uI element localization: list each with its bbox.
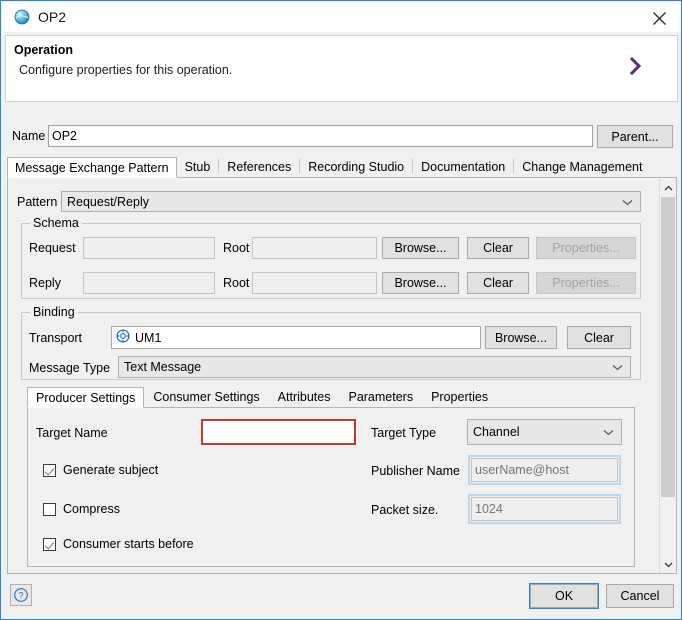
chevron-right-icon[interactable]	[629, 56, 643, 79]
schema-request-properties-button: Properties...	[536, 237, 636, 259]
packet-size-label: Packet size.	[371, 503, 439, 517]
pattern-value: Request/Reply	[67, 194, 149, 209]
question-mark-icon[interactable]: ?	[10, 584, 32, 606]
schema-reply-root-input[interactable]	[252, 272, 377, 294]
transport-clear-button[interactable]: Clear	[567, 326, 631, 349]
schema-request-browse-button[interactable]: Browse...	[382, 237, 459, 259]
content-scrollbar[interactable]	[659, 179, 676, 573]
checkbox-box	[43, 502, 56, 516]
tab-properties[interactable]: Properties	[422, 386, 497, 407]
tab-references[interactable]: References	[219, 156, 299, 177]
checkbox-box	[43, 537, 56, 551]
target-type-combobox[interactable]: Channel	[467, 419, 622, 445]
window-title: OP2	[38, 9, 67, 25]
description-panel: Operation Configure properties for this …	[5, 35, 678, 102]
main-tab-bar: Message Exchange Pattern Stub References Re…	[7, 156, 677, 178]
schema-request-root-label: Root	[223, 241, 250, 255]
publisher-name-label: Publisher Name	[371, 464, 460, 478]
chevron-up-icon[interactable]	[660, 179, 676, 196]
title-bar: OP2	[2, 2, 681, 32]
target-name-label: Target Name	[36, 426, 108, 440]
compress-label: Compress	[63, 502, 120, 516]
description-text: Configure properties for this operation.	[19, 63, 233, 77]
name-label: Name	[12, 129, 46, 143]
pattern-label: Pattern	[17, 195, 58, 209]
tab-parameters[interactable]: Parameters	[339, 386, 422, 407]
dialog-footer: ? OK Cancel	[2, 576, 681, 618]
tab-documentation[interactable]: Documentation	[413, 156, 513, 177]
checkbox-box	[43, 463, 56, 477]
transport-input[interactable]: UM1	[111, 326, 481, 349]
message-type-combobox[interactable]: Text Message	[118, 356, 631, 378]
generate-subject-label: Generate subject	[63, 463, 159, 477]
gear-wheel-icon	[116, 329, 130, 346]
target-type-value: Channel	[473, 425, 520, 439]
schema-reply-clear-button[interactable]: Clear	[467, 272, 529, 294]
message-type-label: Message Type	[29, 361, 111, 375]
chevron-down-icon	[612, 360, 623, 374]
schema-reply-label: Reply	[29, 276, 61, 290]
sphere-globe-icon	[14, 9, 30, 25]
generate-subject-checkbox[interactable]: Generate subject	[43, 463, 158, 477]
close-icon[interactable]	[646, 6, 672, 30]
publisher-name-input[interactable]	[468, 455, 621, 485]
tab-stub[interactable]: Stub	[177, 156, 219, 177]
message-type-value: Text Message	[124, 360, 202, 374]
chevron-down-icon	[603, 425, 614, 439]
compress-checkbox[interactable]: Compress	[43, 502, 120, 516]
description-heading: Operation	[14, 43, 74, 57]
schema-group-title: Schema	[30, 216, 82, 230]
schema-request-clear-button[interactable]: Clear	[467, 237, 529, 259]
schema-request-label: Request	[29, 241, 76, 255]
schema-reply-browse-button[interactable]: Browse...	[382, 272, 459, 294]
schema-request-input[interactable]	[83, 237, 215, 259]
consumer-starts-before-checkbox[interactable]: Consumer starts before	[43, 537, 194, 551]
settings-tab-bar: Producer Settings Consumer Settings Attrib…	[27, 386, 635, 408]
transport-browse-button[interactable]: Browse...	[485, 326, 557, 349]
packet-size-input[interactable]	[468, 494, 621, 524]
tab-producer-settings[interactable]: Producer Settings	[27, 387, 145, 408]
parent-button[interactable]: Parent...	[597, 125, 673, 148]
tab-change-management[interactable]: Change Management	[514, 156, 650, 177]
tab-message-exchange-pattern[interactable]: Message Exchange Pattern	[7, 157, 177, 178]
name-input[interactable]	[48, 125, 593, 147]
svg-text:?: ?	[18, 591, 23, 601]
ok-button[interactable]: OK	[529, 583, 599, 609]
cancel-button[interactable]: Cancel	[606, 584, 674, 608]
tab-attributes[interactable]: Attributes	[269, 386, 340, 407]
scrollbar-thumb[interactable]	[661, 197, 675, 497]
schema-reply-root-label: Root	[223, 276, 250, 290]
pattern-combobox[interactable]: Request/Reply	[61, 191, 641, 212]
chevron-down-icon[interactable]	[660, 556, 676, 573]
consumer-starts-before-label: Consumer starts before	[63, 537, 194, 551]
transport-value: UM1	[135, 330, 162, 345]
operation-properties-dialog: OP2 Operation Configure properties for t…	[0, 0, 682, 620]
target-name-input[interactable]	[201, 419, 356, 445]
tab-recording-studio[interactable]: Recording Studio	[300, 156, 412, 177]
schema-request-root-input[interactable]	[252, 237, 377, 259]
target-type-label: Target Type	[371, 426, 437, 440]
transport-label: Transport	[29, 331, 83, 345]
binding-group-title: Binding	[30, 305, 78, 319]
schema-reply-properties-button: Properties...	[536, 272, 636, 294]
name-row: Name Parent...	[1, 125, 681, 149]
schema-reply-input[interactable]	[83, 272, 215, 294]
tab-consumer-settings[interactable]: Consumer Settings	[144, 386, 268, 407]
chevron-down-icon	[622, 195, 633, 209]
